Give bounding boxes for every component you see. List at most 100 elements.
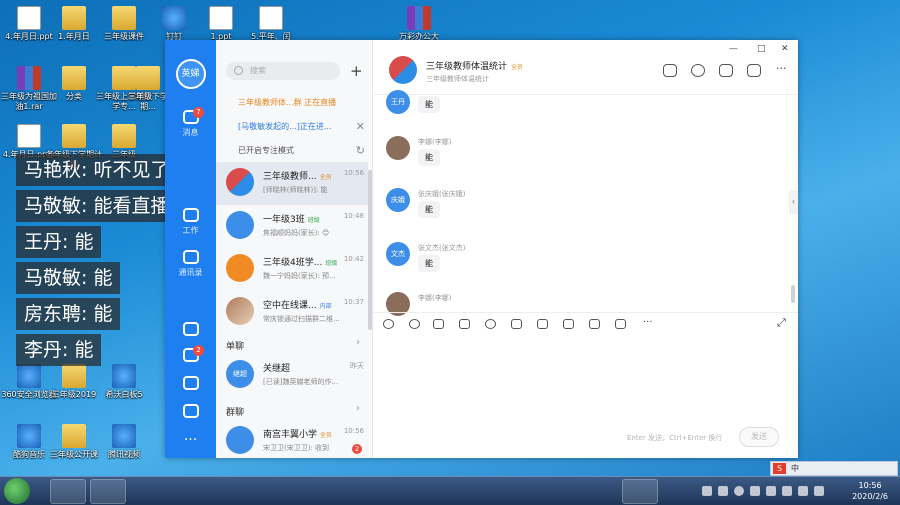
lightning-icon [182,322,199,336]
group-avatar [226,426,254,454]
message-bubble[interactable]: 能 [418,96,440,113]
emoji-icon[interactable] [409,319,420,329]
unread-badge: 2 [352,444,362,454]
rail-item-phone[interactable]: 2 [165,345,216,365]
ppt-file-icon [209,6,233,30]
chat-subtitle: 三年级教师体温统计 [426,75,489,83]
conversation-item[interactable]: 三年级4班学... 班级 10:42 魏一宁妈妈(家长): 预... [216,248,368,291]
sender-avatar[interactable]: 文杰 [386,242,410,266]
chevron-right-icon[interactable]: › [356,403,360,414]
focus-mode-notice[interactable]: 已开启专注模式 ↻ [216,140,373,162]
send-button[interactable]: 发送 [739,427,779,447]
rail-item-cloud[interactable] [165,376,216,393]
chevron-right-icon[interactable]: › [356,337,360,348]
flag-icon[interactable] [814,486,824,496]
start-button[interactable] [4,478,30,504]
contacts-icon [182,250,199,264]
taskbar-app-capture[interactable] [622,479,658,504]
chat-title: 三年级教师体温统计 [426,62,508,72]
thumbs-up-icon[interactable] [433,319,444,329]
message-bubble[interactable]: 能 [418,255,440,272]
close-icon[interactable]: ✕ [356,116,365,138]
group-avatar [226,168,254,196]
message-bubble[interactable]: 能 [418,149,440,166]
expand-icon[interactable]: ⤢ [777,316,786,330]
network-icon[interactable] [766,486,776,496]
section-single-chat[interactable]: 单聊 [226,339,244,352]
cloud-icon [182,376,199,390]
folder-icon[interactable] [719,64,733,77]
message-bubble[interactable]: 能 [418,201,440,218]
conversation-item[interactable]: 空中在线课... 内部 10:37 常庆锁通过扫描群二维... [216,291,368,334]
rail-item-mail[interactable] [165,404,216,421]
scrollbar[interactable] [791,285,795,303]
tray-icon[interactable] [750,486,760,496]
live-icon[interactable] [589,319,600,329]
mention-icon[interactable] [485,319,496,329]
folder-icon [62,124,86,148]
help-icon[interactable] [734,486,744,496]
rail-item-contacts[interactable]: 通讯录 [165,250,216,278]
sender-avatar[interactable] [386,136,410,160]
folder-icon [62,424,86,448]
live-icon[interactable] [747,64,761,77]
pin-icon[interactable] [663,64,677,77]
history-icon[interactable] [691,64,705,77]
subtitle-line: 李丹: 能 [16,334,102,366]
winrar-icon [17,66,41,90]
rail-item-more[interactable]: ··· [165,432,216,448]
desktop-icon[interactable]: 三年级下学期... [128,66,168,112]
folder-icon[interactable] [511,319,522,329]
tray-icon[interactable] [702,486,712,496]
live-notice[interactable]: 三年级教师体...群 正在直播 [216,92,373,114]
more-icon[interactable]: ··· [776,62,787,75]
chat-header: 三年级教师体温统计 全员 三年级教师体温统计 ··· [373,40,798,95]
rail-item-work[interactable]: 工作 [165,208,216,236]
user-avatar[interactable]: 英娣 [175,59,206,89]
system-clock[interactable]: 10:56 2020/2/6 [852,480,888,502]
sogou-icon: S [773,463,786,474]
sender-avatar[interactable]: 庆娥 [386,188,410,212]
ime-toolbar[interactable]: S 中 [770,461,898,476]
volume-icon[interactable] [798,486,808,496]
folder-icon [136,66,160,90]
folder-icon [62,364,86,388]
section-group-chat[interactable]: 群聊 [226,405,244,418]
search-input[interactable]: 搜索 [226,62,340,80]
phone-icon[interactable] [563,319,574,329]
gif-icon[interactable] [383,319,394,329]
conversation-item[interactable]: 一年级3班 班级 10:48 焦福顺妈妈(家长): 😊 [216,205,368,248]
scrollbar[interactable] [368,170,372,330]
conversation-item[interactable]: 南宫丰翼小学 全员 10:56 宋卫卫(宋卫卫): 收到 2 [216,420,368,458]
collapse-arrow-icon[interactable]: ‹ [789,190,798,214]
rail-item-ding[interactable] [165,322,216,339]
meeting-notice[interactable]: [马敬敏发起的...]正在进... ✕ [216,116,373,138]
scissors-icon[interactable] [459,319,470,329]
tray-icon[interactable] [782,486,792,496]
unread-badge: 7 [193,107,204,118]
add-button[interactable]: + [350,62,363,80]
rail-item-messages[interactable]: 7 消息 [165,107,216,138]
ding-icon[interactable] [537,319,548,329]
chat-panel: — □ ✕ 三年级教师体温统计 全员 三年级教师体温统计 ··· 王丹 能 李娜(… [373,40,798,458]
chat-title-tag: 全员 [511,64,524,71]
taskbar-app-dingtalk[interactable] [50,479,86,504]
folder-icon [62,6,86,30]
winrar-icon [407,6,431,30]
desktop-icon[interactable]: 5.平年、闰 [242,6,300,42]
mail-icon[interactable] [615,319,626,329]
desktop-icon[interactable]: 腾讯视频 [95,424,153,460]
taskbar-app-video[interactable] [90,479,126,504]
subtitle-line: 马艳秋: 听不见了? [16,154,188,186]
desktop-icon[interactable]: 万彩办公大 [390,6,448,42]
conversation-item[interactable]: 继超 关继超 昨天 [已读]魏英娣老师的作... [216,354,368,397]
refresh-icon[interactable]: ↻ [356,140,365,162]
sender-avatar[interactable]: 王丹 [386,90,410,114]
more-icon[interactable]: ··· [643,317,653,328]
ppt-file-icon [259,6,283,30]
tray-icon[interactable] [718,486,728,496]
folder-icon [112,124,136,148]
group-avatar [226,211,254,239]
desktop-icon[interactable]: 希沃白板5 [95,364,153,400]
conversation-item[interactable]: 三年级教师... 全员 10:56 [师晓林(师晓林)]: 能 [216,162,368,205]
